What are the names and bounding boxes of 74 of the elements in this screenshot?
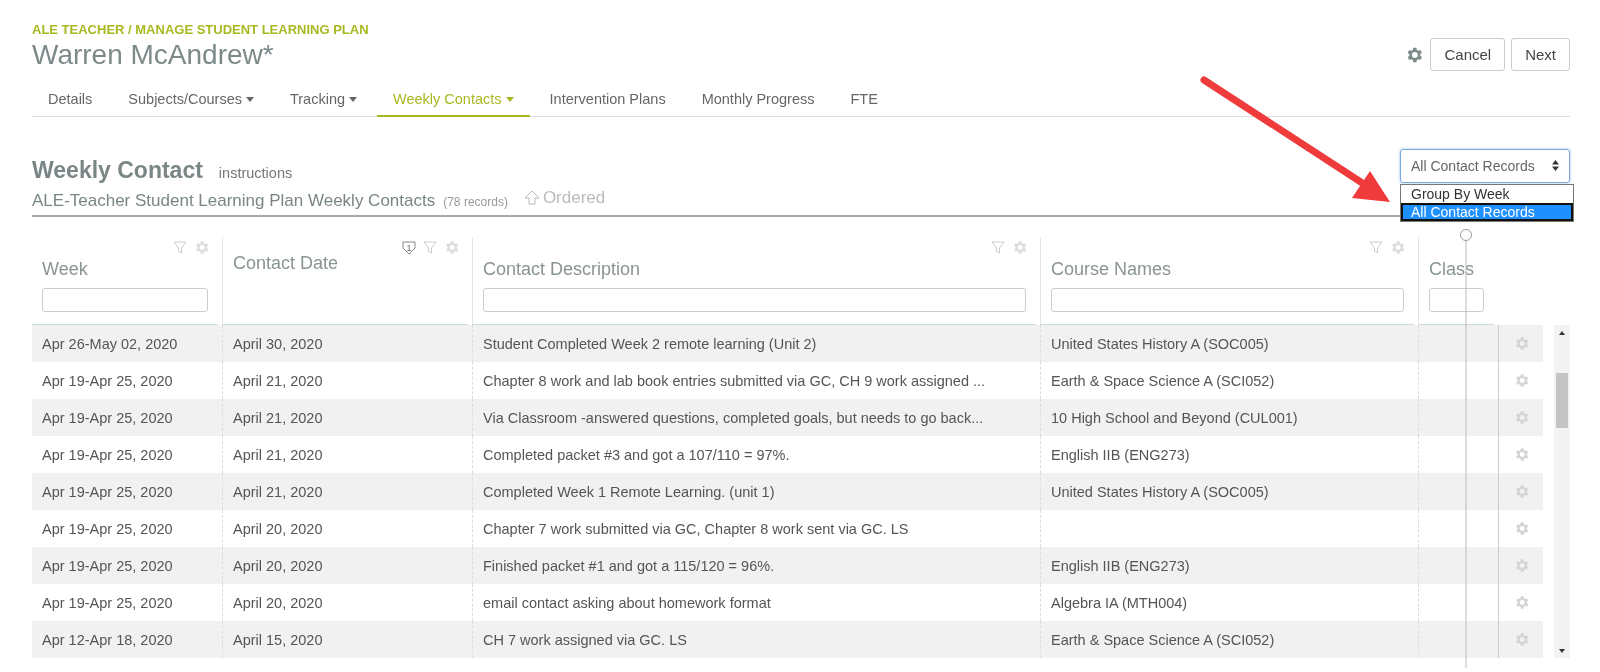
header-button[interactable]: Next — [1511, 38, 1570, 71]
gear-icon[interactable] — [443, 239, 460, 256]
caret-icon — [245, 96, 254, 102]
table-cell: Earth & Space Science A (SCI052) — [1051, 372, 1275, 389]
table-cell: April 21, 2020 — [233, 483, 323, 500]
table-cell: Chapter 7 work submitted via GC, Chapter 8 work sent via GC. LS — [483, 520, 909, 537]
table-cell: Apr 19-Apr 25, 2020 — [42, 594, 173, 611]
table-cell: 10 High School and Beyond (CUL001) — [1051, 409, 1298, 426]
table-cell: Apr 19-Apr 25, 2020 — [42, 409, 173, 426]
table-cell: Completed Week 1 Remote Learning. (unit 1) — [483, 483, 775, 500]
table-cell: English IIB (ENG273) — [1051, 557, 1190, 574]
filter-field[interactable] — [1429, 288, 1484, 312]
list-title: ALE-Teacher Student Learning Plan Weekly Contacts — [32, 191, 436, 211]
table-cell: United States History A (SOC005) — [1051, 335, 1269, 352]
column-header[interactable]: Contact Description — [483, 259, 641, 280]
table-cell: Completed packet #3 and got a 107/110 = 97%. — [483, 446, 790, 463]
column-header[interactable]: Week — [42, 259, 88, 280]
table-cell: Apr 19-Apr 25, 2020 — [42, 446, 173, 463]
table-cell: April 20, 2020 — [233, 557, 323, 574]
filter-icon[interactable] — [991, 240, 1005, 255]
table-cell: Apr 19-Apr 25, 2020 — [42, 520, 173, 537]
table-cell: April 20, 2020 — [233, 594, 323, 611]
table-cell: CH 7 work assigned via GC. LS — [483, 631, 687, 648]
table-cell: April 21, 2020 — [233, 446, 323, 463]
gear-icon[interactable] — [193, 239, 210, 256]
filter-field[interactable] — [42, 288, 208, 312]
table-cell: April 30, 2020 — [233, 335, 323, 352]
record-count: (78 records) — [443, 195, 508, 209]
filter-field[interactable] — [1051, 288, 1404, 312]
section-title: Weekly Contact — [32, 157, 203, 184]
scrollbar[interactable] — [1554, 325, 1570, 658]
table-cell: Apr 19-Apr 25, 2020 — [42, 372, 173, 389]
table-cell: Student Completed Week 2 remote learning (Unit 2) — [483, 335, 817, 352]
sort-badge[interactable]: 1 — [401, 239, 417, 256]
table-cell: April 21, 2020 — [233, 372, 323, 389]
table-cell: Apr 26-May 02, 2020 — [42, 335, 178, 352]
view-select[interactable]: All Contact Records — [1400, 148, 1570, 183]
instructions-link[interactable]: instructions — [218, 165, 293, 181]
table-cell: Apr 19-Apr 25, 2020 — [42, 557, 173, 574]
table-cell: April 15, 2020 — [233, 631, 323, 648]
header-button[interactable]: Cancel — [1430, 38, 1506, 71]
caret-icon — [349, 96, 358, 102]
up-arrow-icon — [523, 190, 540, 206]
tab[interactable]: Intervention Plans — [533, 85, 682, 117]
filter-icon[interactable] — [423, 240, 437, 255]
breadcrumb: ALE TEACHER / MANAGE STUDENT LEARNING PLAN — [32, 22, 369, 37]
column-header[interactable]: Class — [1429, 259, 1474, 280]
table-cell: Apr 12-Apr 18, 2020 — [42, 631, 173, 648]
student-name: Warren McAndrew* — [32, 39, 275, 71]
table-cell: Chapter 8 work and lab book entries submitted via GC, CH 9 work assigned ... — [483, 372, 986, 389]
table-cell: Via Classroom -answered questions, completed goals, but needs to go back... — [483, 409, 984, 426]
column-header[interactable]: Contact Date — [233, 253, 339, 274]
table-cell: April 20, 2020 — [233, 520, 323, 537]
tab[interactable]: Details — [32, 85, 109, 117]
table-cell: Algebra IA (MTH004) — [1051, 594, 1188, 611]
filter-icon[interactable] — [173, 240, 187, 255]
sort-caret-icon — [1552, 160, 1559, 171]
table-cell: email contact asking about homework format — [483, 594, 771, 611]
tab[interactable]: Subjects/Courses — [112, 85, 270, 117]
tab[interactable]: Tracking — [273, 85, 374, 117]
tab[interactable]: FTE — [834, 85, 894, 117]
column-header[interactable]: Course Names — [1051, 259, 1172, 280]
table-cell: April 21, 2020 — [233, 409, 323, 426]
filter-field[interactable] — [483, 288, 1026, 312]
tab[interactable]: Monthly Progress — [685, 85, 831, 117]
gear-icon[interactable] — [1011, 239, 1028, 256]
table-cell: Apr 19-Apr 25, 2020 — [42, 483, 173, 500]
table-cell: English IIB (ENG273) — [1051, 446, 1190, 463]
table-cell: Finished packet #1 and got a 115/120 = 96%. — [483, 557, 775, 574]
filter-icon[interactable] — [1369, 240, 1383, 255]
gear-icon[interactable] — [1389, 239, 1406, 256]
caret-icon — [505, 96, 514, 102]
table-cell: Earth & Space Science A (SCI052) — [1051, 631, 1275, 648]
table-cell: United States History A (SOC005) — [1051, 483, 1269, 500]
